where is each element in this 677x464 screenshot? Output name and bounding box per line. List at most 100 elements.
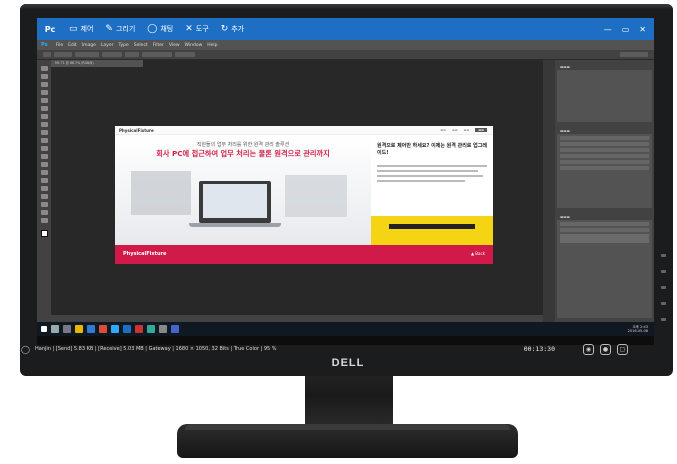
option-field[interactable]: [54, 52, 72, 57]
app-taskbar-icon[interactable]: [171, 325, 179, 333]
monitor-stand-neck: [305, 376, 393, 426]
windows-start-icon[interactable]: [41, 326, 47, 332]
menu-add[interactable]: ↻ 추가: [215, 18, 250, 40]
tool-preset-picker[interactable]: [43, 52, 51, 57]
photoshop-tools-panel: [37, 60, 51, 322]
footer-link: ▲ Back: [470, 251, 485, 256]
menu-draw[interactable]: ✎ 그리기: [99, 18, 141, 40]
edge-icon[interactable]: [87, 325, 95, 333]
artboard-nav-item: ▬▬: [440, 128, 446, 132]
path-select-tool-icon[interactable]: [40, 194, 48, 199]
app-taskbar-icon[interactable]: [135, 325, 143, 333]
app-taskbar-icon[interactable]: [159, 325, 167, 333]
taskbar-clock[interactable]: 오후 2:43 2016-05-08: [628, 325, 654, 333]
ps-menu-image[interactable]: Image: [82, 43, 96, 48]
blur-tool-icon[interactable]: [40, 162, 48, 167]
workspace-switcher[interactable]: [620, 52, 648, 57]
hero-title: 회사 PC에 접근하여 업무 처리는 물론 원격으로 관리까지: [156, 149, 330, 158]
menu-control[interactable]: ▭ 제어: [63, 18, 99, 40]
marquee-tool-icon[interactable]: [40, 74, 48, 79]
artboard-header: PhysicalFixture ▬▬ ▬▬ ▬▬ ▬▬: [115, 126, 493, 135]
restore-button[interactable]: ▭: [622, 25, 630, 34]
panel-row[interactable]: [560, 166, 649, 170]
lasso-tool-icon[interactable]: [40, 82, 48, 87]
artboard-side-panel: 원격으로 제어만 하세요? 이제는 원격 관리로 업그레이드!: [371, 135, 493, 216]
connection-icon: ◯: [21, 344, 30, 354]
document-tab[interactable]: M1 T1 @ 66.7% (RGB/8): [51, 60, 143, 67]
monitor-button[interactable]: [661, 286, 666, 289]
artboard-brand: PhysicalFixture: [119, 128, 154, 133]
close-button[interactable]: ✕: [639, 25, 646, 34]
pen-tool-icon[interactable]: [40, 178, 48, 183]
ps-menu-view[interactable]: View: [169, 43, 180, 48]
minimize-button[interactable]: —: [604, 25, 612, 34]
eyedropper-tool-icon[interactable]: [40, 106, 48, 111]
type-tool-icon[interactable]: [40, 186, 48, 191]
foreground-color-swatch[interactable]: [40, 230, 48, 237]
artboard: PhysicalFixture ▬▬ ▬▬ ▬▬ ▬▬ 직원들의 업무 처리를 …: [115, 126, 493, 264]
ps-menu-window[interactable]: Window: [185, 43, 203, 48]
stamp-tool-icon[interactable]: [40, 130, 48, 135]
option-field[interactable]: [175, 52, 195, 57]
ps-menu-layer[interactable]: Layer: [101, 43, 114, 48]
ps-menu-edit[interactable]: Edit: [68, 43, 77, 48]
remote-app-logo: Pc: [44, 24, 56, 34]
panel-title: ▬▬▬: [557, 214, 652, 220]
photoshop-options-bar: [37, 50, 654, 60]
panel-row[interactable]: [560, 154, 649, 158]
tools-icon: ✕: [185, 24, 193, 34]
zoom-tool-icon[interactable]: [40, 218, 48, 223]
task-view-icon[interactable]: [63, 325, 71, 333]
move-tool-icon[interactable]: [40, 66, 48, 71]
brush-tool-icon[interactable]: [40, 122, 48, 127]
quick-select-tool-icon[interactable]: [40, 90, 48, 95]
option-field[interactable]: [142, 52, 172, 57]
layer-row[interactable]: [560, 234, 649, 243]
panel-icon-column: [543, 60, 555, 322]
ps-menu-select[interactable]: Select: [134, 43, 148, 48]
healing-tool-icon[interactable]: [40, 114, 48, 119]
document-canvas-area: M1 T1 @ 66.7% (RGB/8) PhysicalFixture ▬▬…: [51, 60, 543, 322]
history-brush-tool-icon[interactable]: [40, 138, 48, 143]
eraser-tool-icon[interactable]: [40, 146, 48, 151]
hero-laptop-screen: [203, 184, 267, 218]
record-icon[interactable]: ●: [600, 343, 611, 355]
menu-chat[interactable]: ◯ 채팅: [141, 18, 179, 40]
panel-row[interactable]: [560, 136, 649, 140]
fullscreen-icon[interactable]: ▢: [617, 343, 628, 355]
folder-icon[interactable]: [75, 325, 83, 333]
app-taskbar-icon[interactable]: [147, 325, 155, 333]
layer-row[interactable]: [560, 222, 649, 226]
photoshop-taskbar-icon[interactable]: [111, 325, 119, 333]
panel-row[interactable]: [560, 142, 649, 146]
monitor-button[interactable]: [661, 318, 666, 321]
ps-menu-filter[interactable]: Filter: [153, 43, 164, 48]
dodge-tool-icon[interactable]: [40, 170, 48, 175]
shape-tool-icon[interactable]: [40, 202, 48, 207]
menu-tools[interactable]: ✕ 도구: [179, 18, 214, 40]
crop-tool-icon[interactable]: [40, 98, 48, 103]
layer-row[interactable]: [560, 228, 649, 232]
monitor-button[interactable]: [661, 302, 666, 305]
hand-tool-icon[interactable]: [40, 210, 48, 215]
ps-menu-file[interactable]: File: [56, 43, 64, 48]
monitor-button[interactable]: [661, 270, 666, 273]
option-field[interactable]: [75, 52, 99, 57]
screen: Pc ▭ 제어 ✎ 그리기 ◯ 채팅 ✕ 도구 ↻ 추가 — ▭ ✕ Ps Fi…: [37, 18, 654, 345]
side-panel-title: 원격으로 제어만 하세요? 이제는 원격 관리로 업그레이드!: [377, 143, 487, 156]
ps-menu-help[interactable]: Help: [207, 43, 217, 48]
panel-row[interactable]: [560, 160, 649, 164]
option-field[interactable]: [125, 52, 139, 57]
camera-icon[interactable]: ◉: [583, 343, 594, 355]
window-controls: — ▭ ✕: [604, 25, 654, 34]
monitor-stand-base-top: [185, 424, 510, 430]
option-field[interactable]: [102, 52, 122, 57]
remote-app-taskbar-icon[interactable]: [123, 325, 131, 333]
monitor-button[interactable]: [661, 254, 666, 257]
gradient-tool-icon[interactable]: [40, 154, 48, 159]
search-icon[interactable]: [51, 325, 59, 333]
chrome-icon[interactable]: [99, 325, 107, 333]
panel-row[interactable]: [560, 148, 649, 152]
menu-add-label: 추가: [231, 25, 245, 33]
ps-menu-type[interactable]: Type: [118, 43, 128, 48]
